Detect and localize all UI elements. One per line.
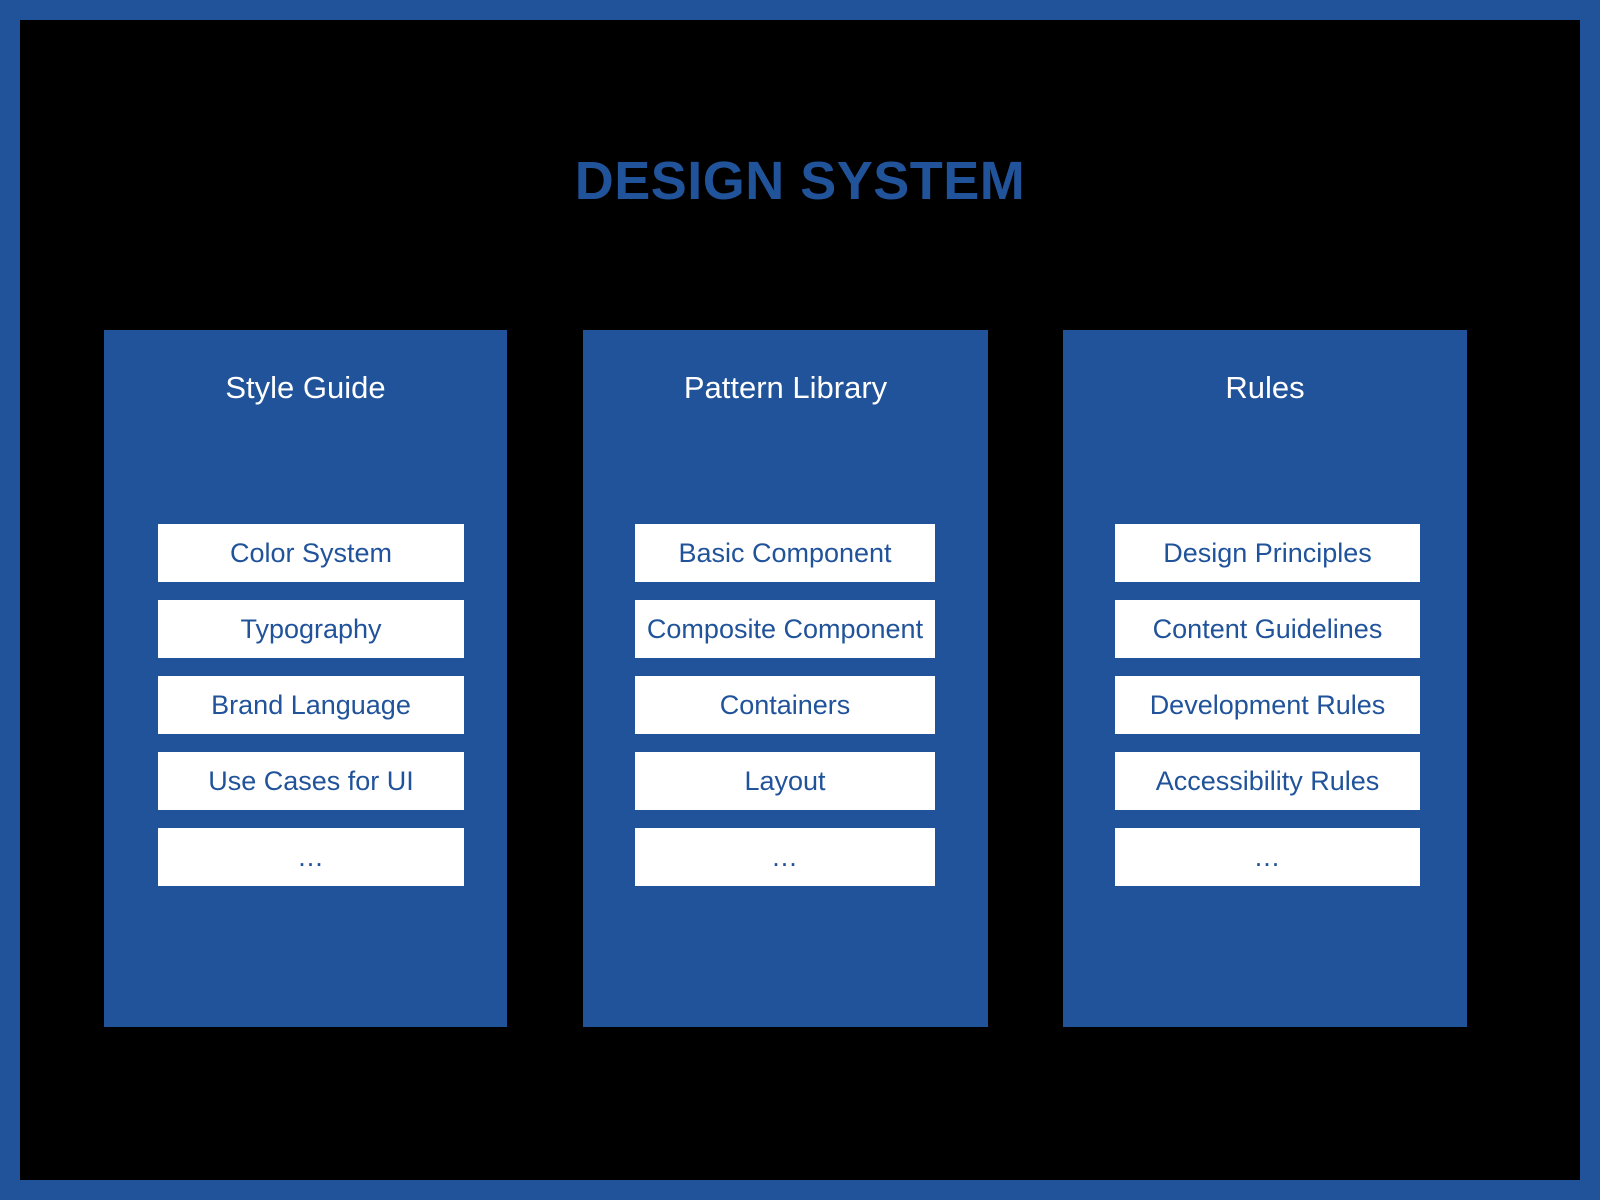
list-item[interactable]: Typography (158, 600, 464, 658)
column-card-style-guide[interactable]: Style Guide Color System Typography Bran… (104, 330, 507, 1027)
list-item[interactable]: Brand Language (158, 676, 464, 734)
list-item-label: ... (1254, 842, 1281, 872)
list-item[interactable]: Layout (635, 752, 935, 810)
list-item-more[interactable]: ... (158, 828, 464, 886)
item-list-pattern-library: Basic Component Composite Component Cont… (635, 524, 935, 886)
column-title-pattern-library: Pattern Library (683, 370, 888, 405)
list-item-label: ... (772, 842, 798, 872)
list-item[interactable]: Content Guidelines (1115, 600, 1420, 658)
list-item[interactable]: Accessibility Rules (1115, 752, 1420, 810)
list-item[interactable]: Use Cases for UI (158, 752, 464, 810)
column-card-rules[interactable]: Rules Design Principles Content Guidelin… (1063, 330, 1467, 1027)
column-card-pattern-library[interactable]: Pattern Library Basic Component Composit… (583, 330, 988, 1027)
list-item-label: Design Principles (1163, 538, 1372, 568)
list-item-label: Containers (719, 690, 851, 720)
diagram-canvas: DESIGN SYSTEM Style Guide Color System T… (0, 0, 1600, 1200)
list-item[interactable]: Color System (158, 524, 464, 582)
diagram-inner-area: DESIGN SYSTEM Style Guide Color System T… (20, 20, 1580, 1180)
item-list-rules: Design Principles Content Guidelines Dev… (1115, 524, 1420, 886)
list-item-label: Use Cases for UI (208, 766, 414, 796)
list-item[interactable]: Containers (635, 676, 935, 734)
list-item-label: ... (298, 842, 324, 872)
column-title-style-guide: Style Guide (225, 370, 386, 405)
list-item[interactable]: Design Principles (1115, 524, 1420, 582)
list-item-label: Development Rules (1149, 690, 1386, 720)
list-item-label: Composite Component (646, 614, 924, 644)
list-item-label: Content Guidelines (1152, 614, 1383, 644)
page-title: DESIGN SYSTEM (574, 151, 1026, 211)
list-item[interactable]: Composite Component (635, 600, 935, 658)
list-item-more[interactable]: ... (1115, 828, 1420, 886)
list-item[interactable]: Development Rules (1115, 676, 1420, 734)
list-item-label: Accessibility Rules (1155, 766, 1380, 796)
list-item-more[interactable]: ... (635, 828, 935, 886)
list-item-label: Basic Component (678, 538, 892, 568)
list-item-label: Layout (744, 766, 826, 796)
item-list-style-guide: Color System Typography Brand Language U… (158, 524, 464, 886)
list-item[interactable]: Basic Component (635, 524, 935, 582)
list-item-label: Color System (229, 538, 393, 568)
column-title-rules: Rules (1225, 370, 1305, 405)
list-item-label: Brand Language (211, 690, 411, 720)
list-item-label: Typography (240, 614, 382, 644)
